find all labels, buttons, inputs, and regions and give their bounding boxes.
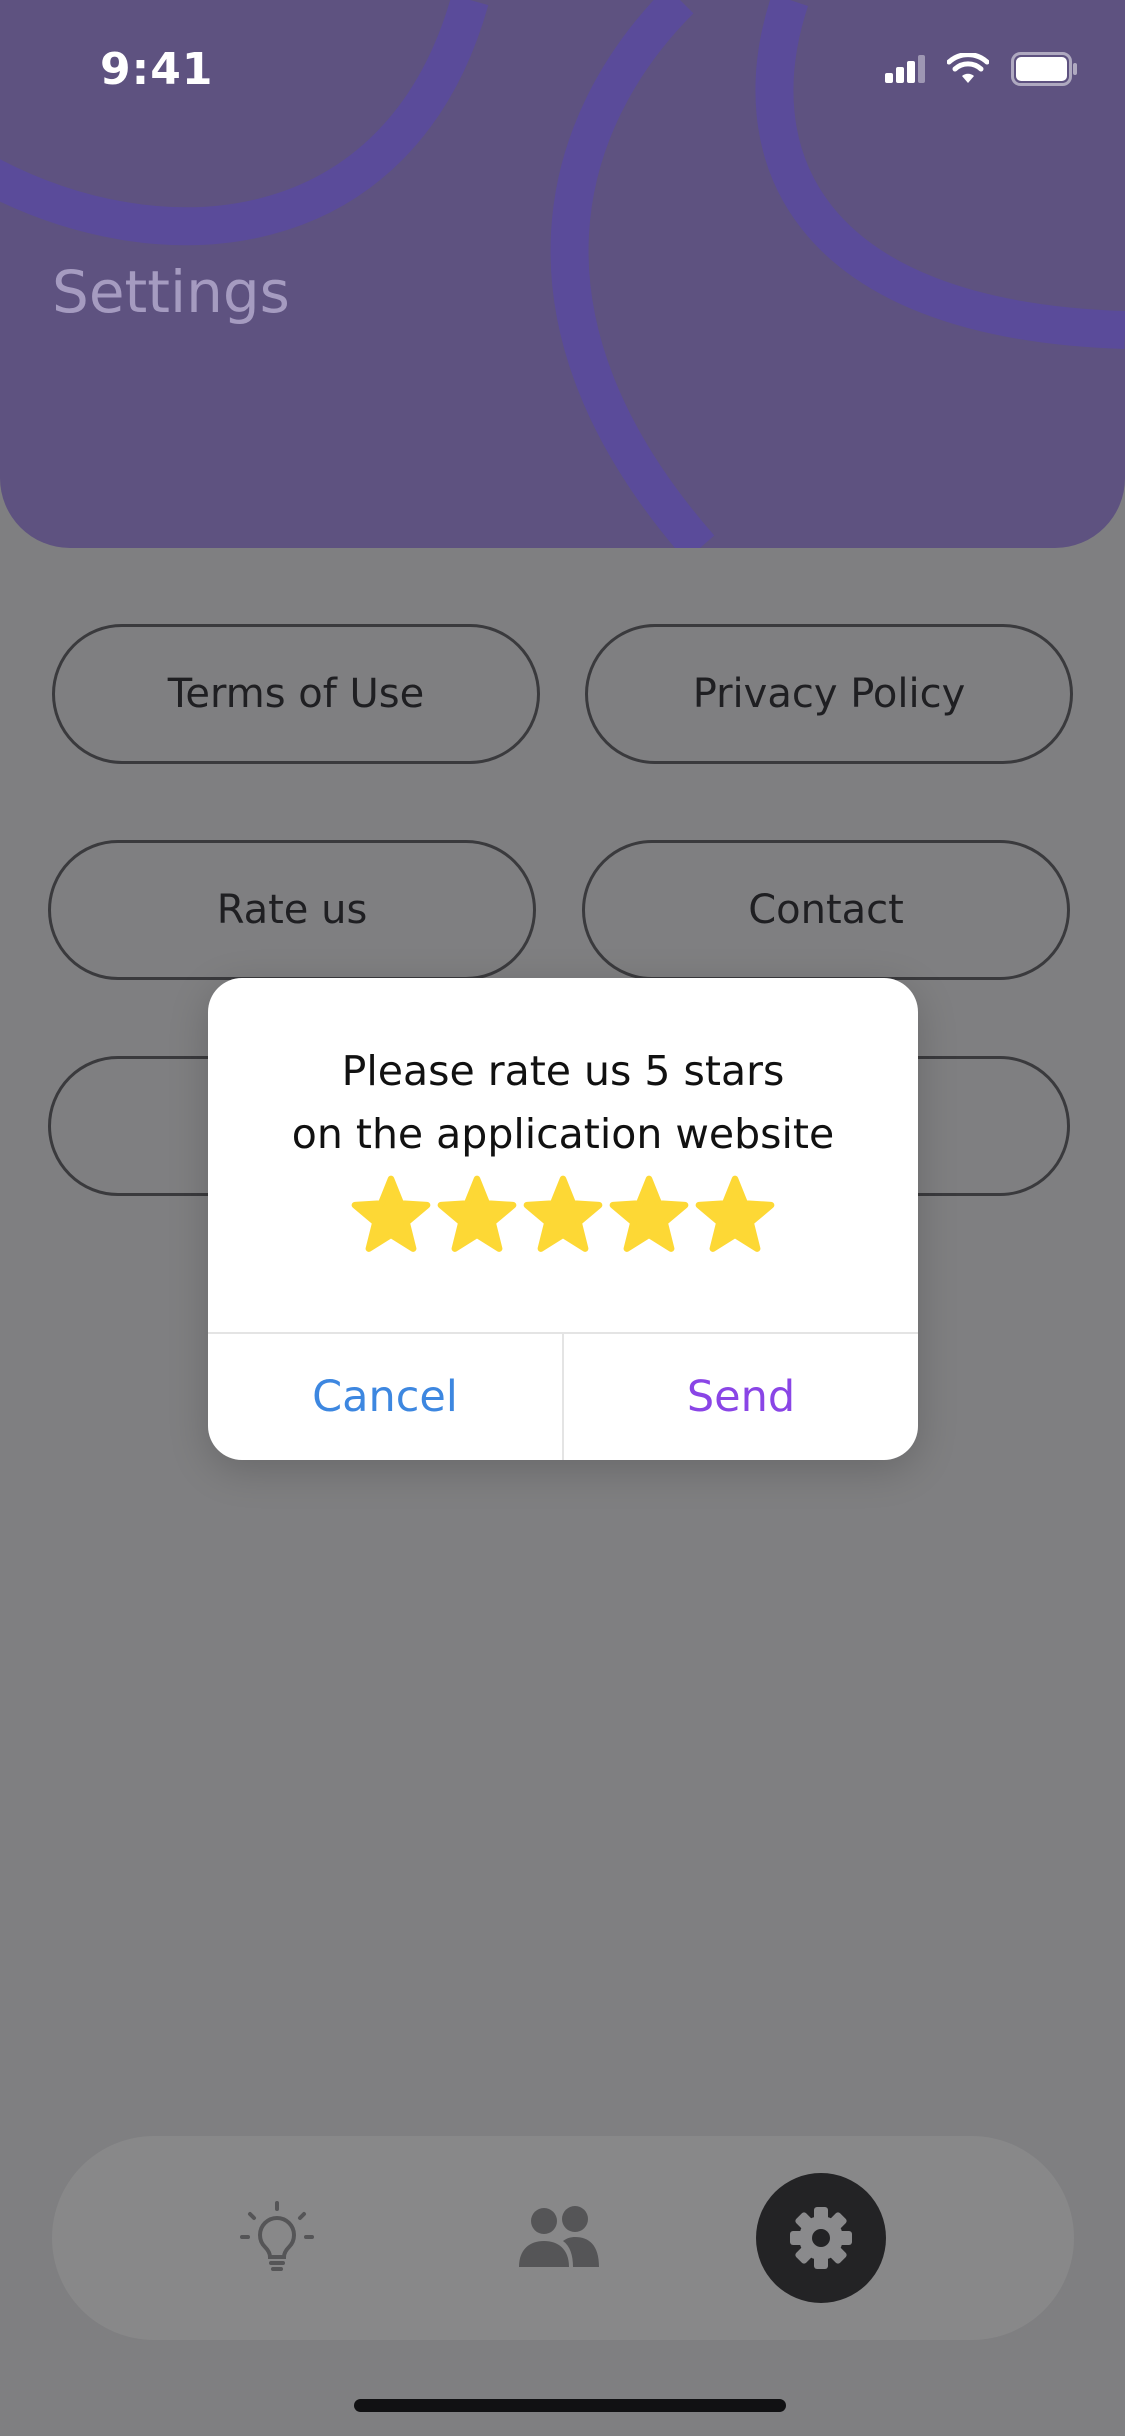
people-icon <box>519 2206 599 2267</box>
cellular-signal-icon <box>885 55 925 83</box>
privacy-policy-button[interactable]: Privacy Policy <box>585 624 1073 764</box>
wifi-icon <box>947 53 989 83</box>
send-button[interactable]: Send <box>564 1334 918 1460</box>
rate-dialog: Please rate us 5 stars on the applicatio… <box>208 978 918 1460</box>
tab-people[interactable] <box>514 2196 604 2280</box>
dialog-message-line-1: Please rate us 5 stars <box>341 1047 785 1095</box>
star-icon[interactable] <box>608 1174 690 1256</box>
home-indicator <box>354 2399 786 2412</box>
star-icon[interactable] <box>436 1174 518 1256</box>
settings-screen: 9:41 Settings Terms of Use Privacy Polic… <box>0 0 1125 2436</box>
star-icon[interactable] <box>694 1174 776 1256</box>
star-icon[interactable] <box>350 1174 432 1256</box>
terms-of-use-button[interactable]: Terms of Use <box>52 624 540 764</box>
tab-settings[interactable] <box>756 2173 886 2303</box>
status-icons <box>885 52 1077 86</box>
contact-button[interactable]: Contact <box>582 840 1070 980</box>
star-icon[interactable] <box>522 1174 604 1256</box>
gear-icon <box>790 2207 852 2269</box>
cancel-button[interactable]: Cancel <box>208 1334 562 1460</box>
star-rating[interactable] <box>208 1174 918 1256</box>
tab-bar <box>52 2136 1074 2340</box>
rate-us-button[interactable]: Rate us <box>48 840 536 980</box>
header: 9:41 Settings <box>0 0 1125 548</box>
dialog-message-line-2: on the application website <box>291 1110 835 1158</box>
dialog-message: Please rate us 5 stars on the applicatio… <box>208 1040 918 1166</box>
tab-ideas[interactable] <box>237 2198 317 2278</box>
battery-icon <box>1011 52 1077 86</box>
status-time: 9:41 <box>100 44 214 95</box>
page-title: Settings <box>52 258 290 326</box>
lightbulb-icon <box>240 2201 314 2271</box>
